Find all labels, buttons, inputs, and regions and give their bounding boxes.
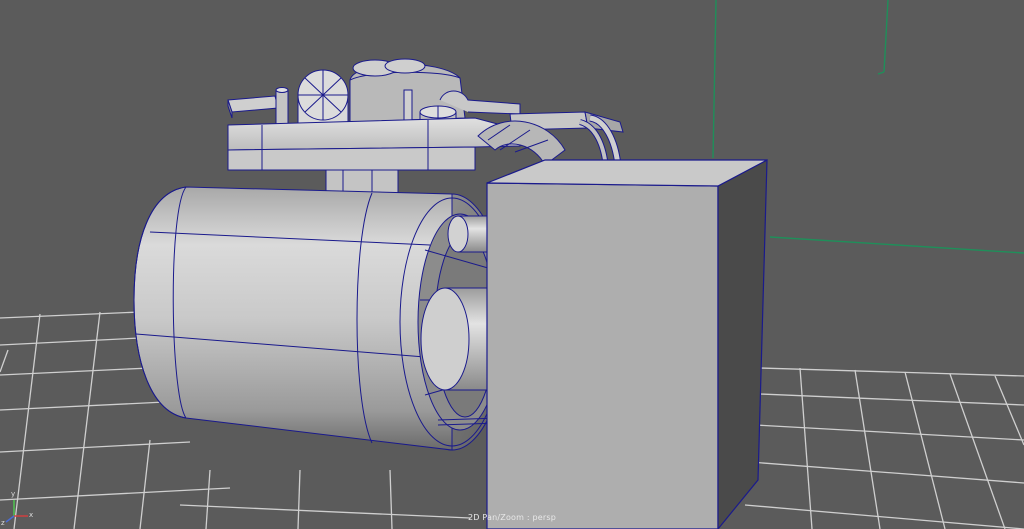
foreground-box-mesh[interactable] <box>486 158 768 529</box>
scene-3d-render[interactable] <box>0 0 1024 529</box>
camera-name-label: 2D Pan/Zoom : persp <box>467 513 557 522</box>
maya-viewport-persp[interactable]: y x z 2D Pan/Zoom : persp <box>0 0 1024 529</box>
axis-label-y: y <box>11 490 16 498</box>
